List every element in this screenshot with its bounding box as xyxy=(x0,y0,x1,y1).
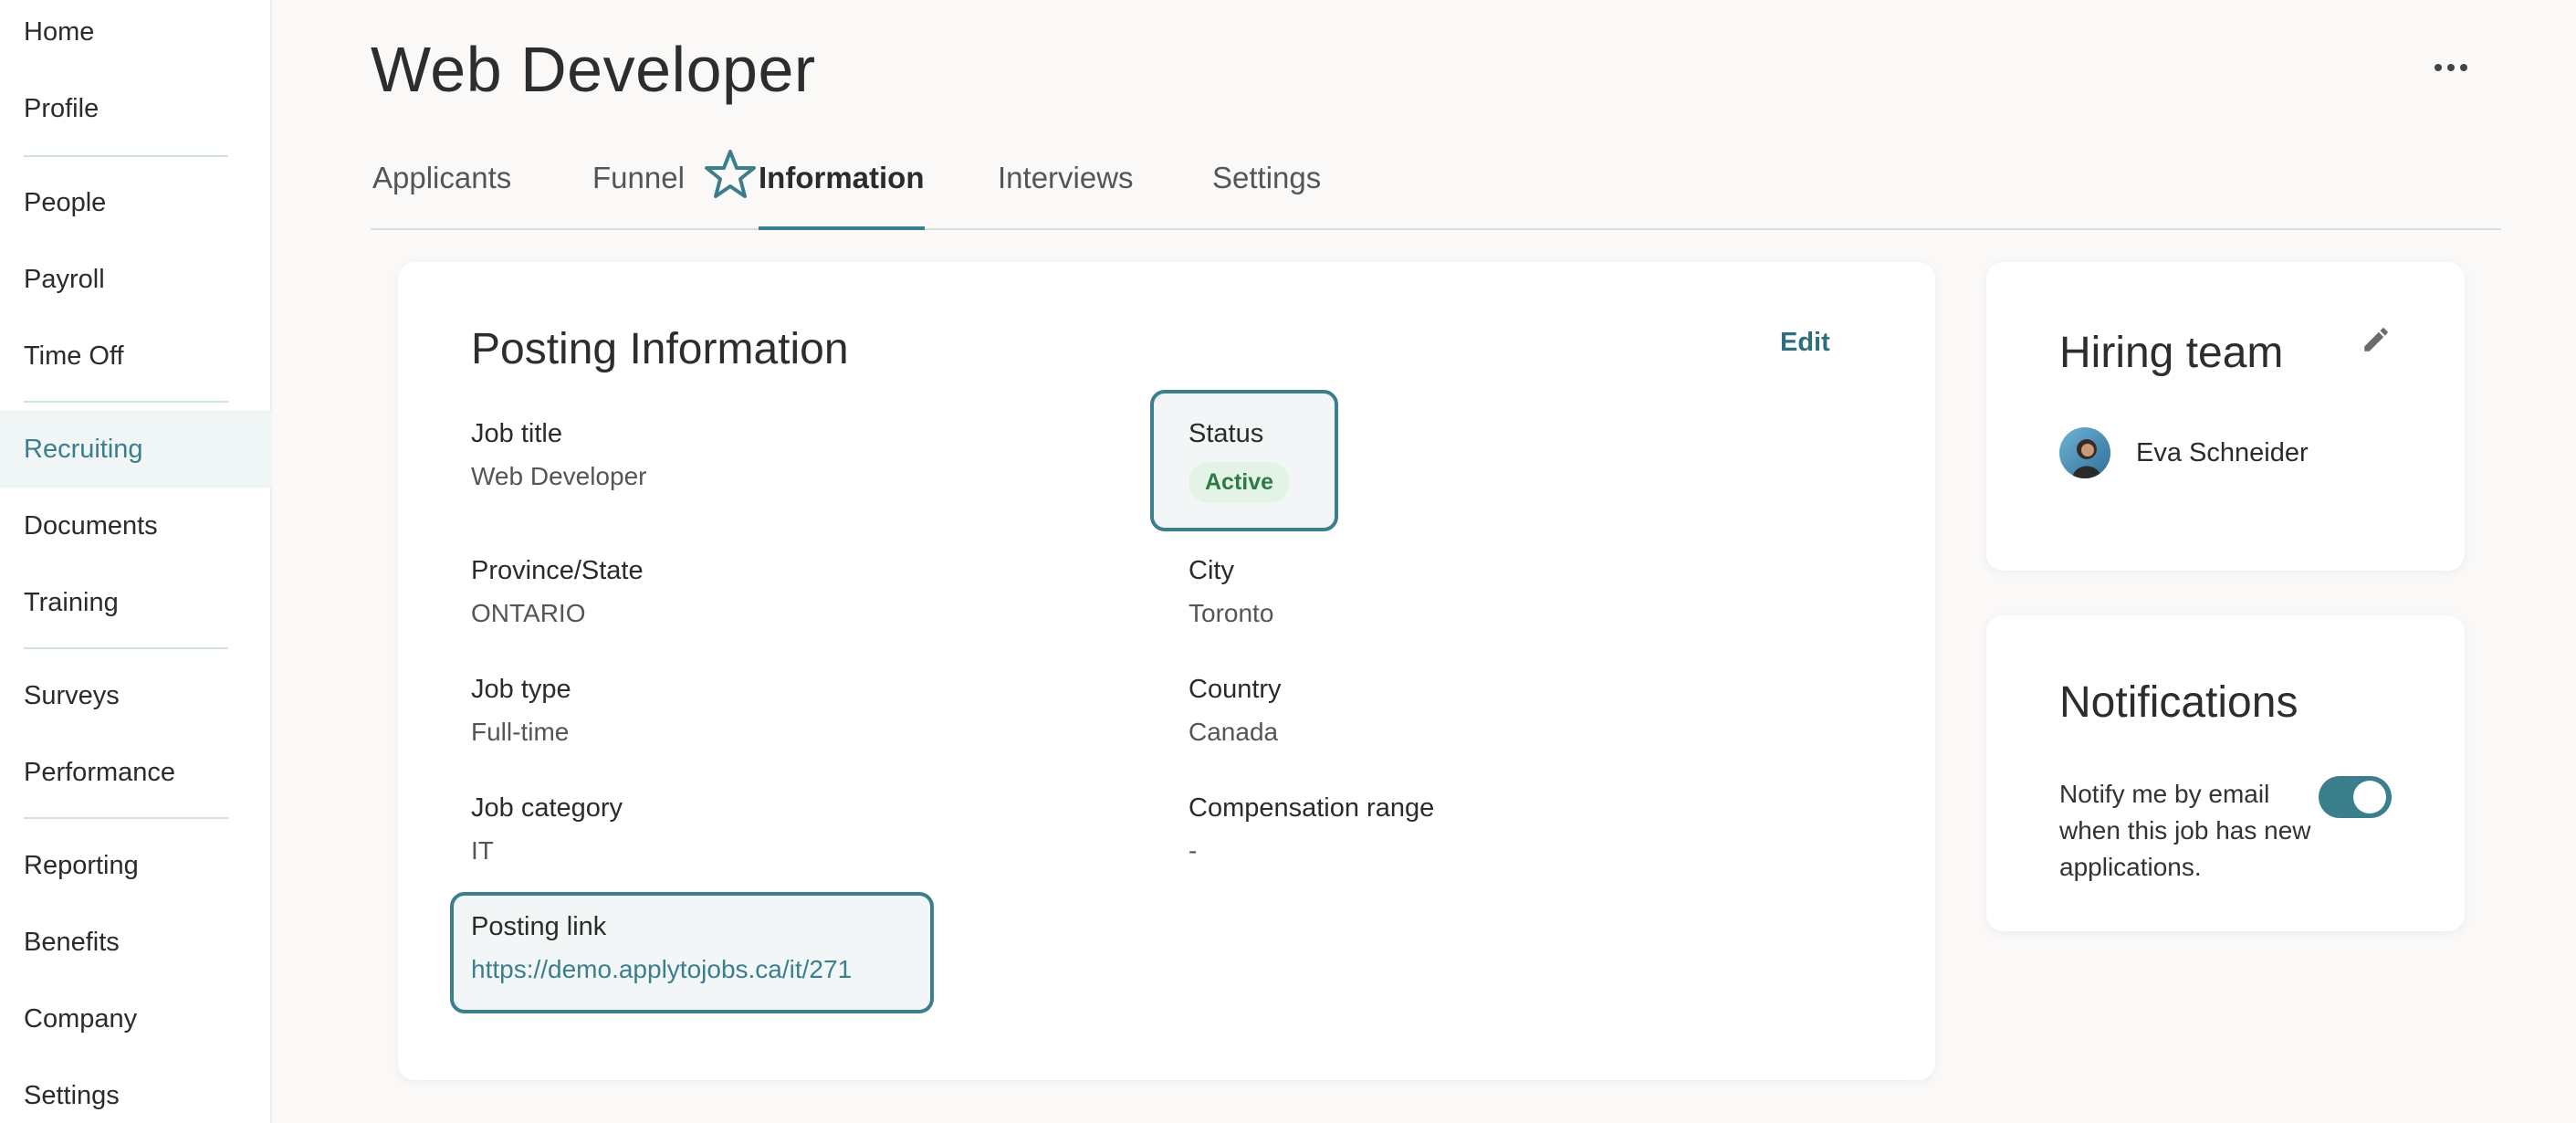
tab-funnel[interactable]: Funnel xyxy=(592,161,685,230)
field-status: Status Active xyxy=(1189,419,1663,503)
sidebar: Home Profile People Payroll Time Off Rec… xyxy=(0,0,272,1123)
star-icon xyxy=(705,150,756,198)
sidebar-item-people[interactable]: People xyxy=(0,164,272,241)
field-label: Status xyxy=(1189,419,1264,448)
notifications-title: Notifications xyxy=(2059,678,2299,727)
avatar xyxy=(2059,427,2110,478)
hiring-team-card: Hiring team Eva Schneider xyxy=(1986,262,2465,571)
field-label: Province/State xyxy=(471,556,644,585)
nav-divider xyxy=(24,401,228,403)
nav-divider xyxy=(24,817,228,819)
team-member-name: Eva Schneider xyxy=(2136,438,2309,467)
tab-interviews[interactable]: Interviews xyxy=(998,161,1134,230)
field-compensation-range: Compensation range - xyxy=(1189,793,1663,866)
posting-information-title: Posting Information xyxy=(471,325,849,373)
field-label: Job title xyxy=(471,419,562,448)
hiring-team-title: Hiring team xyxy=(2059,329,2284,377)
field-value: Toronto xyxy=(1189,599,1274,627)
sidebar-item-surveys[interactable]: Surveys xyxy=(0,657,272,734)
field-label: Posting link xyxy=(471,912,607,941)
field-label: Compensation range xyxy=(1189,793,1435,823)
field-value: - xyxy=(1189,836,1198,865)
edit-button[interactable]: Edit xyxy=(1780,328,1830,358)
notify-description: Notify me by email when this job has new… xyxy=(2059,780,2311,881)
field-job-category: Job category IT xyxy=(471,793,946,866)
field-province: Province/State ONTARIO xyxy=(471,556,946,628)
app: Home Profile People Payroll Time Off Rec… xyxy=(0,0,2576,1123)
sidebar-item-benefits[interactable]: Benefits xyxy=(0,904,272,981)
field-posting-link: Posting link https://demo.applytojobs.ca… xyxy=(471,912,946,984)
tab-applicants[interactable]: Applicants xyxy=(372,161,511,230)
sidebar-item-profile[interactable]: Profile xyxy=(0,70,272,147)
sidebar-item-settings[interactable]: Settings xyxy=(0,1057,272,1123)
sidebar-item-performance[interactable]: Performance xyxy=(0,734,272,811)
notifications-card: Notifications Notify me by email when th… xyxy=(1986,615,2465,931)
nav-divider xyxy=(24,647,228,649)
field-value: ONTARIO xyxy=(471,599,586,627)
field-value: Canada xyxy=(1189,718,1279,746)
active-tab-indicator xyxy=(759,226,925,230)
field-label: Country xyxy=(1189,675,1282,704)
field-label: Job category xyxy=(471,793,623,823)
more-icon xyxy=(2460,64,2467,71)
email-notification-toggle[interactable] xyxy=(2319,776,2392,818)
field-value: Full-time xyxy=(471,718,570,746)
status-badge: Active xyxy=(1189,462,1291,503)
page-title: Web Developer xyxy=(371,34,816,105)
field-job-type: Job type Full-time xyxy=(471,675,946,747)
sidebar-item-recruiting[interactable]: Recruiting xyxy=(0,411,272,488)
tabs-divider xyxy=(371,228,2501,230)
field-value: Web Developer xyxy=(471,462,647,490)
field-country: Country Canada xyxy=(1189,675,1663,747)
more-icon xyxy=(2435,64,2442,71)
sidebar-item-training[interactable]: Training xyxy=(0,564,272,641)
posting-link[interactable]: https://demo.applytojobs.ca/it/271 xyxy=(471,955,946,984)
sidebar-item-company[interactable]: Company xyxy=(0,981,272,1057)
field-city: City Toronto xyxy=(1189,556,1663,628)
more-icon xyxy=(2447,64,2455,71)
sidebar-item-payroll[interactable]: Payroll xyxy=(0,241,272,318)
nav-divider xyxy=(24,155,228,157)
more-options-button[interactable] xyxy=(2428,47,2474,88)
field-value: IT xyxy=(471,836,494,865)
sidebar-item-reporting[interactable]: Reporting xyxy=(0,827,272,904)
tab-settings[interactable]: Settings xyxy=(1212,161,1321,230)
posting-information-card: Posting Information Edit Job title Web D… xyxy=(398,262,1935,1080)
toggle-knob xyxy=(2353,781,2386,813)
pencil-icon[interactable] xyxy=(2361,324,2392,355)
field-label: City xyxy=(1189,556,1234,585)
tab-information[interactable]: Information xyxy=(759,161,924,230)
field-label: Job type xyxy=(471,675,571,704)
sidebar-item-home[interactable]: Home xyxy=(0,0,272,70)
sidebar-item-documents[interactable]: Documents xyxy=(0,488,272,564)
field-job-title: Job title Web Developer xyxy=(471,419,946,491)
sidebar-item-time-off[interactable]: Time Off xyxy=(0,318,272,394)
